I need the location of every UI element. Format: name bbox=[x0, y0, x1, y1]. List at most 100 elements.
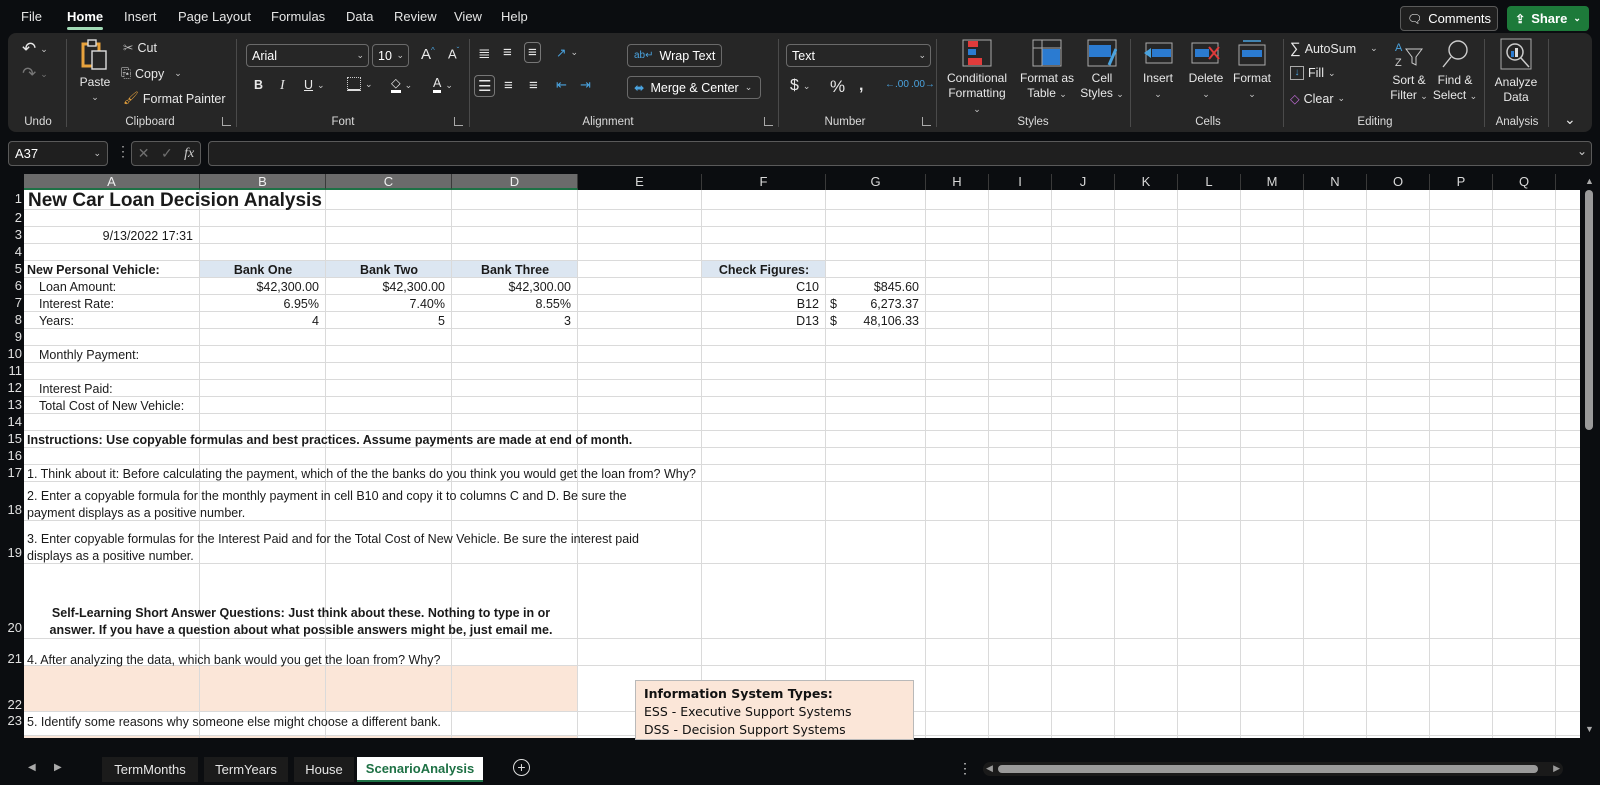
borders-button[interactable]: ⌄ bbox=[347, 77, 373, 91]
format-as-table-button[interactable]: Format as Table ⌄ bbox=[1018, 39, 1076, 102]
vertical-scroll-thumb[interactable] bbox=[1585, 190, 1593, 430]
menu-view[interactable]: View bbox=[454, 9, 482, 24]
enter-icon[interactable]: ✓ bbox=[161, 145, 173, 162]
check-figure-ref[interactable]: B12 bbox=[699, 296, 819, 312]
column-header-e[interactable]: E bbox=[578, 174, 702, 190]
row-header-8[interactable]: 8 bbox=[0, 312, 24, 328]
total-cost-label[interactable]: Total Cost of New Vehicle: bbox=[39, 398, 209, 414]
check-figure-value[interactable]: 48,106.33 bbox=[823, 313, 919, 329]
bank-header[interactable]: Bank Two bbox=[326, 262, 452, 278]
bank-header[interactable]: Bank Three bbox=[452, 262, 578, 278]
row-header-3[interactable]: 3 bbox=[0, 227, 24, 243]
merge-center-button[interactable]: ⬌ Merge & Center ⌄ bbox=[627, 76, 761, 99]
middle-align-button[interactable]: ≡ bbox=[503, 44, 512, 61]
row-header-1[interactable]: 1 bbox=[0, 191, 24, 207]
info-text-box[interactable]: Information System Types: ESS - Executiv… bbox=[635, 680, 914, 740]
interest-rate-cell[interactable]: 7.40% bbox=[323, 296, 445, 312]
scroll-up-icon[interactable]: ▲ bbox=[1585, 176, 1594, 186]
menu-insert[interactable]: Insert bbox=[124, 9, 157, 24]
more-options-icon[interactable]: ⋮ bbox=[958, 760, 972, 777]
align-right-button[interactable]: ≡ bbox=[529, 77, 538, 94]
menu-review[interactable]: Review bbox=[394, 9, 437, 24]
share-button[interactable]: ⇪ Share ⌄ bbox=[1507, 6, 1589, 31]
orientation-button[interactable]: ↗ ⌄ bbox=[556, 45, 578, 60]
row-header-11[interactable]: 11 bbox=[0, 363, 24, 379]
menu-data[interactable]: Data bbox=[346, 9, 373, 24]
row-header-10[interactable]: 10 bbox=[0, 346, 24, 362]
increase-indent-button[interactable]: ⇥ bbox=[580, 77, 591, 93]
row-header-19[interactable]: 19 bbox=[0, 545, 24, 561]
row-header-13[interactable]: 13 bbox=[0, 397, 24, 413]
find-select-button[interactable]: Find & Select ⌄ bbox=[1432, 39, 1478, 104]
cancel-icon[interactable]: ✕ bbox=[138, 145, 150, 162]
column-header-g[interactable]: G bbox=[826, 174, 926, 190]
loan-amount-label[interactable]: Loan Amount: bbox=[39, 279, 199, 295]
bold-button[interactable]: B bbox=[254, 78, 263, 92]
interest-rate-cell[interactable]: 6.95% bbox=[197, 296, 319, 312]
row-header-23[interactable]: 23 bbox=[0, 713, 24, 729]
years-cell[interactable]: 4 bbox=[197, 313, 319, 329]
menu-file[interactable]: File bbox=[21, 9, 42, 24]
italic-button[interactable]: I bbox=[280, 78, 285, 94]
row-header-7[interactable]: 7 bbox=[0, 295, 24, 311]
bank-header[interactable]: Bank One bbox=[200, 262, 326, 278]
check-figure-ref[interactable]: C10 bbox=[699, 279, 819, 295]
comma-style-button[interactable]: , bbox=[859, 77, 863, 95]
instructions-cell[interactable]: Instructions: Use copyable formulas and … bbox=[27, 432, 827, 448]
row-header-15[interactable]: 15 bbox=[0, 431, 24, 447]
bottom-align-button[interactable]: ≡ bbox=[524, 42, 541, 63]
font-size-dropdown[interactable]: 10 ⌄ bbox=[372, 44, 409, 67]
row-header-16[interactable]: 16 bbox=[0, 448, 24, 464]
column-header-m[interactable]: M bbox=[1241, 174, 1304, 190]
row-header-22[interactable]: 22 bbox=[0, 697, 24, 713]
row-header-18[interactable]: 18 bbox=[0, 502, 24, 518]
loan-amount-cell[interactable]: $42,300.00 bbox=[449, 279, 571, 295]
loan-amount-cell[interactable]: $42,300.00 bbox=[323, 279, 445, 295]
question-2-continued[interactable]: payment displays as a positive number. bbox=[27, 505, 827, 521]
check-figure-ref[interactable]: D13 bbox=[699, 313, 819, 329]
menu-page-layout[interactable]: Page Layout bbox=[178, 9, 251, 24]
analyze-data-button[interactable]: Analyze Data bbox=[1488, 37, 1544, 105]
percent-button[interactable]: % bbox=[830, 77, 845, 97]
add-sheet-icon[interactable]: + bbox=[513, 759, 530, 776]
decrease-decimal-button[interactable]: .00→ bbox=[911, 79, 935, 90]
question-4[interactable]: 4. After analyzing the data, which bank … bbox=[27, 652, 627, 668]
row-header-14[interactable]: 14 bbox=[0, 414, 24, 430]
currency-button[interactable]: $ ⌄ bbox=[790, 77, 810, 95]
name-box[interactable]: A37 ⌄ bbox=[8, 141, 108, 166]
column-header-f[interactable]: F bbox=[702, 174, 826, 190]
expand-formula-bar-icon[interactable]: ⌄ bbox=[1577, 144, 1587, 158]
check-figures-label[interactable]: Check Figures: bbox=[702, 262, 826, 278]
column-header-p[interactable]: P bbox=[1430, 174, 1493, 190]
row-header-20[interactable]: 20 bbox=[0, 620, 24, 636]
chevron-down-icon[interactable]: ⌄ bbox=[1573, 13, 1581, 24]
question-3-continued[interactable]: displays as a positive number. bbox=[27, 548, 827, 564]
column-header-d[interactable]: D bbox=[452, 174, 578, 190]
row-header-21[interactable]: 21 bbox=[0, 651, 24, 667]
column-header-q[interactable]: Q bbox=[1493, 174, 1556, 190]
menu-formulas[interactable]: Formulas bbox=[271, 9, 325, 24]
next-sheet-icon[interactable]: ▶ bbox=[54, 762, 62, 773]
interest-rate-label[interactable]: Interest Rate: bbox=[39, 296, 199, 312]
fill-color-button[interactable]: ◇ ⌄ bbox=[391, 77, 412, 93]
column-header-i[interactable]: I bbox=[989, 174, 1052, 190]
sheet-tab-termmonths[interactable]: TermMonths bbox=[102, 757, 198, 782]
delete-cells-button[interactable]: Delete ⌄ bbox=[1184, 39, 1228, 102]
scroll-left-icon[interactable]: ◀ bbox=[986, 763, 993, 774]
insert-function-icon[interactable]: fx bbox=[184, 146, 194, 162]
horizontal-scrollbar[interactable]: ◀ ▶ bbox=[983, 762, 1563, 776]
wrap-text-button[interactable]: ab↵ Wrap Text bbox=[627, 44, 723, 67]
increase-font-size-button[interactable]: A^ bbox=[421, 46, 435, 63]
horizontal-scroll-thumb[interactable] bbox=[998, 765, 1538, 773]
sheet-tab-termyears[interactable]: TermYears bbox=[204, 757, 288, 782]
format-painter-button[interactable]: 🖌︎ Format Painter bbox=[123, 91, 226, 106]
column-header-n[interactable]: N bbox=[1304, 174, 1367, 190]
more-options-icon[interactable]: ⋮ bbox=[116, 143, 130, 160]
check-figure-value[interactable]: 6,273.37 bbox=[823, 296, 919, 312]
clipboard-dialog-launcher-icon[interactable] bbox=[222, 117, 231, 126]
alignment-dialog-launcher-icon[interactable] bbox=[764, 117, 773, 126]
column-header-j[interactable]: J bbox=[1052, 174, 1115, 190]
sheet-tab-house[interactable]: House bbox=[294, 757, 354, 782]
column-header-a[interactable]: A bbox=[24, 174, 200, 190]
autosum-button[interactable]: ∑ AutoSum ⌄ bbox=[1290, 40, 1378, 57]
